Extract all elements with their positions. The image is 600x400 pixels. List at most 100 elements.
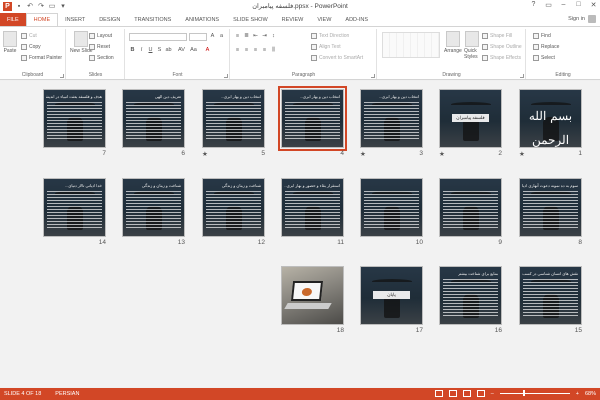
shape-fill-button[interactable]: Shape Fill — [482, 33, 512, 39]
tab-add-ins[interactable]: ADD-INS — [338, 13, 375, 26]
slide-thumbnail-10[interactable]: 10 — [360, 178, 423, 246]
zoom-out-button[interactable]: – — [491, 391, 494, 397]
replace-button[interactable]: Replace — [533, 44, 559, 50]
slide-thumbnail-14[interactable]: خدا ادیانی تالار دنیای... 14 — [43, 178, 106, 246]
font-family-combo[interactable] — [129, 33, 187, 41]
slide-thumbnail-3[interactable]: انتخاب دین و بهار ابری... 3 ★ — [360, 89, 423, 158]
shrink-font-icon[interactable]: a — [218, 33, 225, 40]
transition-star-icon[interactable]: ★ — [202, 150, 208, 158]
start-slideshow-icon[interactable]: ▭ — [48, 2, 56, 10]
font-color-icon[interactable]: A — [204, 47, 211, 54]
zoom-level[interactable]: 68% — [585, 391, 596, 397]
transition-star-icon[interactable]: ★ — [360, 150, 366, 158]
paragraph-dialog-launcher-icon[interactable] — [371, 74, 375, 78]
tab-file[interactable]: FILE — [0, 13, 26, 26]
slide-thumbnail-12[interactable]: شناخت و زمان و زندگی 12 — [202, 178, 265, 246]
change-case-icon[interactable]: Aa — [190, 47, 197, 54]
grow-font-icon[interactable]: A — [209, 33, 216, 40]
shadow-icon[interactable]: S — [156, 47, 163, 54]
close-button[interactable]: ✕ — [589, 1, 598, 9]
slide-thumbnail-15[interactable]: نقش های انسان شناسی در کسب هدف و سعادت ا… — [519, 266, 582, 334]
line-spacing-icon[interactable]: ↕ — [270, 33, 277, 40]
slide-thumbnail-4[interactable]: انتخاب دین و بهار ابری... 4 — [278, 86, 347, 157]
tab-home[interactable]: HOME — [25, 13, 59, 26]
numbering-icon[interactable]: ≣ — [243, 33, 250, 40]
decrease-indent-icon[interactable]: ⇤ — [252, 33, 259, 40]
italic-icon[interactable]: I — [138, 47, 145, 54]
zoom-slider-knob[interactable] — [522, 390, 525, 396]
slide-thumbnail-17[interactable]: پایان 17 — [360, 266, 423, 334]
slideshow-view-icon[interactable] — [476, 390, 485, 397]
slide-sorter-view-icon[interactable] — [448, 390, 457, 397]
slide-thumbnail-13[interactable]: شناخت و زمان و زندگی 13 — [122, 178, 185, 246]
sign-in[interactable]: Sign in — [568, 15, 596, 23]
copy-icon — [21, 44, 27, 50]
customize-qat-icon[interactable]: ▾ — [59, 2, 67, 10]
tab-animations[interactable]: ANIMATIONS — [178, 13, 226, 26]
cut-button[interactable]: Cut — [21, 33, 37, 39]
tab-slide-show[interactable]: SLIDE SHOW — [226, 13, 275, 26]
reading-view-icon[interactable] — [462, 390, 471, 397]
powerpoint-app-icon[interactable]: P — [3, 1, 12, 11]
transition-star-icon[interactable]: ★ — [519, 150, 525, 158]
layout-button[interactable]: Layout — [89, 33, 112, 39]
strikethrough-icon[interactable]: ab — [165, 47, 172, 54]
slide-thumbnail-18[interactable]: 18 — [281, 266, 344, 334]
slide-thumbnail-7[interactable]: هدف و فلسفه بعثت انبیاء در اندیشه الهی 7 — [43, 89, 106, 157]
tab-review[interactable]: REVIEW — [275, 13, 311, 26]
tab-design[interactable]: DESIGN — [92, 13, 127, 26]
transition-star-icon[interactable]: ★ — [439, 150, 445, 158]
text-direction-button[interactable]: Text Direction — [311, 33, 349, 39]
slide-thumbnail-5[interactable]: انتخاب دین و بهار ابری... 5 ★ — [202, 89, 265, 158]
redo-icon[interactable]: ↷ — [37, 2, 45, 10]
minimize-button[interactable]: – — [559, 1, 568, 9]
copy-button[interactable]: Copy — [21, 44, 41, 50]
find-button[interactable]: Find — [533, 33, 551, 39]
arrange-button[interactable]: Arrange — [444, 31, 462, 54]
zoom-slider[interactable] — [499, 390, 570, 396]
save-icon[interactable]: ▪ — [15, 2, 23, 10]
justify-icon[interactable]: ≡ — [261, 47, 268, 54]
maximize-button[interactable]: □ — [574, 1, 583, 9]
font-dialog-launcher-icon[interactable] — [224, 74, 228, 78]
slide-thumbnail-2[interactable]: فلسفه پیامبران 2 ★ — [439, 89, 502, 158]
select-button[interactable]: Select — [533, 55, 555, 61]
paste-button[interactable]: Paste — [3, 31, 17, 54]
ribbon-display-button[interactable]: ▭ — [544, 1, 553, 9]
quick-styles-button[interactable]: Quick Styles — [464, 31, 480, 60]
zoom-in-button[interactable]: + — [576, 391, 579, 397]
tab-insert[interactable]: INSERT — [58, 13, 92, 26]
reset-button[interactable]: Reset — [89, 44, 110, 50]
bullets-icon[interactable]: ≡ — [234, 33, 241, 40]
slide-thumbnail-8[interactable]: سوم به ده نمونه دعوت آنهاری ادیان الهی 8 — [519, 178, 582, 246]
undo-icon[interactable]: ↶ — [26, 2, 34, 10]
format-painter-button[interactable]: Format Painter — [21, 55, 62, 61]
drawing-dialog-launcher-icon[interactable] — [520, 74, 524, 78]
shapes-gallery[interactable] — [382, 32, 440, 58]
shape-outline-button[interactable]: Shape Outline — [482, 44, 522, 50]
columns-icon[interactable]: ⫼ — [270, 47, 277, 54]
help-button[interactable]: ? — [529, 1, 538, 9]
tab-view[interactable]: VIEW — [310, 13, 338, 26]
align-right-icon[interactable]: ≡ — [252, 47, 259, 54]
shape-effects-button[interactable]: Shape Effects — [482, 55, 521, 61]
underline-icon[interactable]: U — [147, 47, 154, 54]
slide-thumbnail-9[interactable]: 9 — [439, 178, 502, 246]
align-text-button[interactable]: Align Text — [311, 44, 341, 50]
convert-smartart-button[interactable]: Convert to SmartArt — [311, 55, 363, 61]
language-indicator[interactable]: PERSIAN — [55, 391, 79, 397]
increase-indent-icon[interactable]: ⇥ — [261, 33, 268, 40]
character-spacing-icon[interactable]: AV — [178, 47, 185, 54]
section-button[interactable]: Section — [89, 55, 114, 61]
align-center-icon[interactable]: ≡ — [243, 47, 250, 54]
slide-thumbnail-6[interactable]: تعریف دین الهی 6 — [122, 89, 185, 157]
font-size-combo[interactable] — [189, 33, 207, 41]
normal-view-icon[interactable] — [434, 390, 443, 397]
slide-thumbnail-16[interactable]: منابع برای شناخت بیشتر 16 — [439, 266, 502, 334]
tab-transitions[interactable]: TRANSITIONS — [127, 13, 178, 26]
align-left-icon[interactable]: ≡ — [234, 47, 241, 54]
slide-thumbnail-11[interactable]: استقرار بقاء و حضور و بهار ابری... 11 — [281, 178, 344, 246]
slide-thumbnail-1[interactable]: بسم الله الرحمن الرحیم 1 ★ — [519, 89, 582, 158]
bold-icon[interactable]: B — [129, 47, 136, 54]
clipboard-dialog-launcher-icon[interactable] — [60, 74, 64, 78]
